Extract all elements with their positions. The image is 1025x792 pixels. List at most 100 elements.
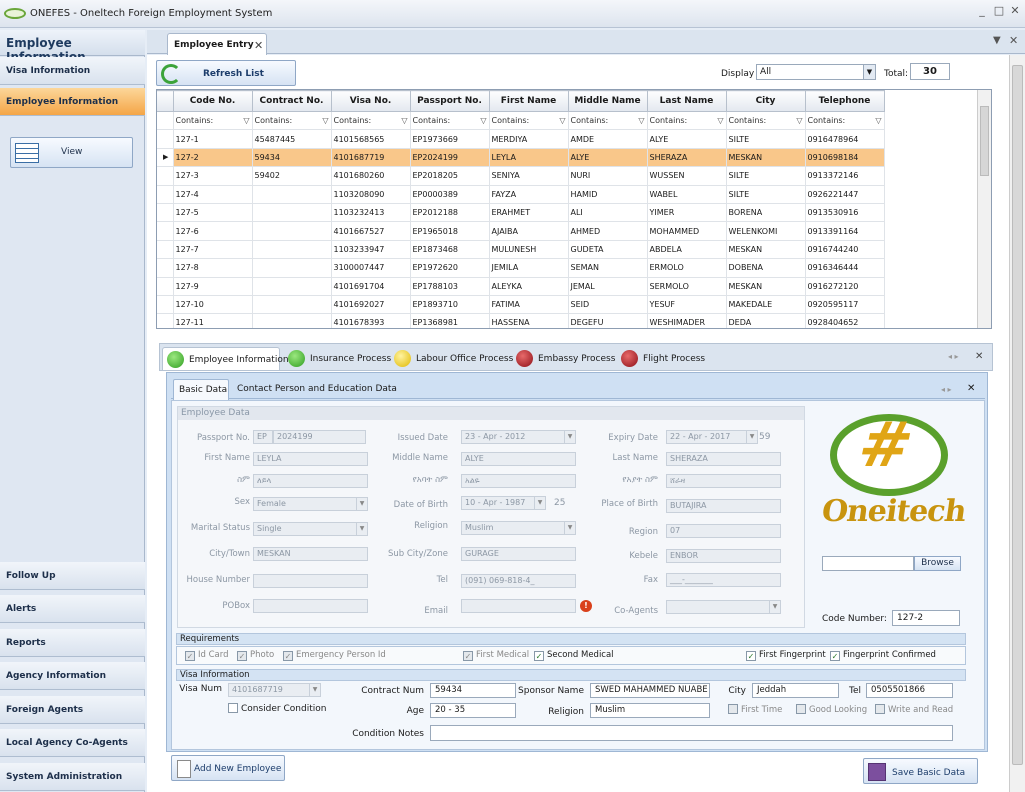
code-number-field[interactable]: 127-2	[892, 610, 960, 626]
table-row[interactable]: 127-10 4101692027 EP1893710 FATIMA SEID YESUF…	[157, 294, 885, 315]
nav-item-reports[interactable]: Reports	[0, 629, 145, 657]
col-header-first-name[interactable]: First Name	[488, 90, 569, 112]
close-window-button[interactable]: ✕	[1008, 4, 1022, 17]
browse-button[interactable]: Browse	[914, 556, 961, 571]
table-cell[interactable]	[251, 294, 332, 315]
visa-city-field[interactable]: Jeddah	[752, 683, 839, 698]
table-cell[interactable]: ERAHMET	[488, 202, 569, 223]
table-cell[interactable]: 4101667527	[330, 221, 411, 241]
table-cell[interactable]: SEMAN	[567, 258, 648, 278]
table-cell[interactable]: 0916744240	[804, 239, 885, 260]
table-cell[interactable]	[251, 184, 332, 204]
table-cell[interactable]: 127-9	[172, 276, 253, 296]
col-header-city[interactable]: City	[725, 90, 806, 112]
table-row[interactable]: 127-5 1103232413 EP2012188 ERAHMET ALI YIMER B…	[157, 202, 885, 223]
second-medical-checkbox[interactable]: ✓ Second Medical	[534, 650, 614, 661]
table-cell[interactable]: EP0000389	[409, 184, 490, 204]
table-row[interactable]: 127-3 59402 4101680260 EP2018205 SENIYA NURI W…	[157, 166, 885, 186]
filter-funnel-icon[interactable]: ▽	[480, 116, 486, 125]
table-cell[interactable]: WABEL	[646, 184, 727, 204]
table-cell[interactable]: 4101692027	[330, 294, 411, 315]
table-row[interactable]: 127-7 1103233947 EP1873468 MULUNESH GUDETA AB…	[157, 239, 885, 260]
table-cell[interactable]: DEGEFU	[567, 313, 648, 328]
table-cell[interactable]: 1103233947	[330, 239, 411, 260]
nav-item-agency-information[interactable]: Agency Information	[0, 662, 145, 690]
table-cell[interactable]: SILTE	[725, 129, 806, 149]
filter-cell[interactable]: Contains: ▽	[409, 110, 490, 131]
main-scrollbar[interactable]	[1009, 55, 1025, 792]
table-cell[interactable]: 4101691704	[330, 276, 411, 296]
display-select[interactable]: All ▼	[756, 64, 876, 80]
filter-cell[interactable]: Contains: ▽	[172, 110, 253, 131]
table-cell[interactable]: MULUNESH	[488, 239, 569, 260]
table-cell[interactable]: 0926221447	[804, 184, 885, 204]
table-cell[interactable]: 127-5	[172, 202, 253, 223]
filter-cell[interactable]: Contains: ▽	[488, 110, 569, 131]
table-cell[interactable]: ABDELA	[646, 239, 727, 260]
col-header-middle-name[interactable]: Middle Name	[567, 90, 648, 112]
col-header-telephone[interactable]: Telephone	[804, 90, 885, 112]
table-cell[interactable]: 127-8	[172, 258, 253, 278]
table-cell[interactable]	[251, 276, 332, 296]
table-row[interactable]: 127-9 4101691704 EP1788103 ALEYKA JEMAL SERMO…	[157, 276, 885, 296]
table-cell[interactable]: MESKAN	[725, 276, 806, 296]
filter-funnel-icon[interactable]: ▽	[717, 116, 723, 125]
filter-funnel-icon[interactable]: ▽	[796, 116, 802, 125]
table-cell[interactable]: 0913372146	[804, 166, 885, 186]
table-cell[interactable]: 59434	[251, 147, 332, 168]
tab-contact-person[interactable]: Contact Person and Education Data	[237, 384, 397, 394]
minimize-button[interactable]: _	[975, 4, 989, 17]
nav-item-visa-information[interactable]: Visa Information	[0, 57, 145, 85]
table-cell[interactable]: EP2024199	[409, 147, 490, 168]
grid-scrollbar[interactable]	[977, 90, 991, 328]
filter-funnel-icon[interactable]: ▽	[401, 116, 407, 125]
table-cell[interactable]: SERMOLO	[646, 276, 727, 296]
photo-path-input[interactable]	[822, 556, 914, 571]
consider-condition-checkbox[interactable]: Consider Condition	[228, 703, 326, 714]
fingerprint-confirmed-checkbox[interactable]: ✓ Fingerprint Confirmed	[830, 650, 936, 661]
col-header-passport-no[interactable]: Passport No.	[409, 90, 490, 112]
table-cell[interactable]: NURI	[567, 166, 648, 186]
nav-item-foreign-agents[interactable]: Foreign Agents	[0, 696, 145, 724]
table-cell[interactable]: WUSSEN	[646, 166, 727, 186]
save-basic-data-button[interactable]: Save Basic Data	[863, 758, 978, 784]
table-cell[interactable]: 0916272120	[804, 276, 885, 296]
table-cell[interactable]: MAKEDALE	[725, 294, 806, 315]
close-icon[interactable]: ✕	[967, 383, 975, 394]
table-row[interactable]: 127-8 3100007447 EP1972620 JEMILA SEMAN ERMOL…	[157, 258, 885, 278]
table-cell[interactable]: 4101678393	[330, 313, 411, 328]
tab-scroll-arrows-icon[interactable]: ◂ ▸	[941, 385, 952, 394]
table-cell[interactable]: SEID	[567, 294, 648, 315]
close-icon[interactable]: ✕	[1009, 34, 1018, 47]
age-range-field[interactable]: 20 - 35	[430, 703, 516, 718]
table-cell[interactable]: EP2018205	[409, 166, 490, 186]
table-cell[interactable]: 127-10	[172, 294, 253, 315]
table-row[interactable]: 127-6 4101667527 EP1965018 AJAIBA AHMED MOHAM…	[157, 221, 885, 241]
table-cell[interactable]: AJAIBA	[488, 221, 569, 241]
contract-num-field[interactable]: 59434	[430, 683, 516, 698]
table-cell[interactable]: MESKAN	[725, 147, 806, 168]
tab-scroll-arrows-icon[interactable]: ◂ ▸	[948, 352, 959, 361]
table-row[interactable]: ▶ 127-2 59434 4101687719 EP2024199 LEYLA ALYE S…	[157, 147, 885, 168]
main-scroll-thumb[interactable]	[1012, 65, 1023, 765]
table-cell[interactable]: WESHIMADER	[646, 313, 727, 328]
table-cell[interactable]: 4101687719	[330, 147, 411, 168]
condition-notes-field[interactable]	[430, 725, 953, 741]
filter-funnel-icon[interactable]: ▽	[559, 116, 565, 125]
table-cell[interactable]: DEDA	[725, 313, 806, 328]
filter-funnel-icon[interactable]: ▽	[322, 116, 328, 125]
tab-embassy-process[interactable]: Embassy Process	[512, 347, 622, 370]
filter-cell[interactable]: Contains: ▽	[725, 110, 806, 131]
refresh-list-button[interactable]: Refresh List	[156, 60, 296, 86]
table-cell[interactable]: SILTE	[725, 184, 806, 204]
filter-cell[interactable]: Contains: ▽	[804, 110, 885, 131]
filter-cell[interactable]: Contains: ▽	[646, 110, 727, 131]
table-row[interactable]: 127-11 4101678393 EP1368981 HASSENA DEGEFU WE…	[157, 313, 885, 328]
table-cell[interactable]: ERMOLO	[646, 258, 727, 278]
close-icon[interactable]: ✕	[975, 351, 983, 362]
table-cell[interactable]: LEYLA	[488, 147, 569, 168]
table-cell[interactable]: ALI	[567, 202, 648, 223]
nav-item-alerts[interactable]: Alerts	[0, 595, 145, 623]
table-cell[interactable]: 0928404652	[804, 313, 885, 328]
visa-tel-field[interactable]: 0505501866	[866, 683, 953, 698]
